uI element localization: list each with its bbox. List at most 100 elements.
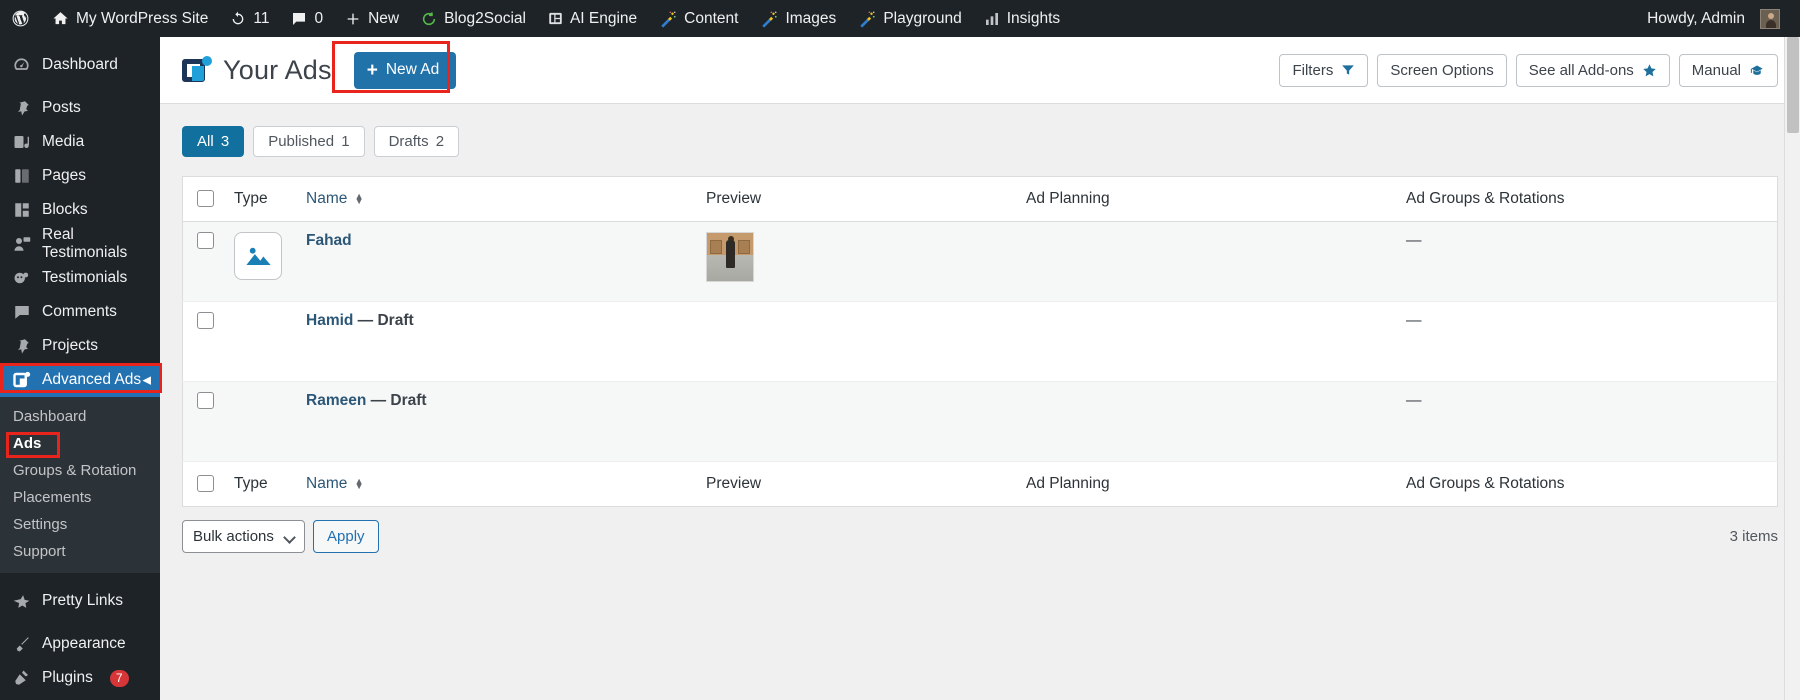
submenu-item-settings[interactable]: Settings (0, 511, 160, 538)
sidebar-item-blocks[interactable]: Blocks (0, 193, 160, 227)
filters-button[interactable]: Filters (1279, 53, 1369, 87)
status-filter-tabs: All 3 Published 1 Drafts 2 (182, 126, 1778, 157)
table-row: Hamid — Draft — (182, 302, 1778, 382)
brush-icon (11, 634, 32, 655)
adminbar-item-playground[interactable]: Playground (847, 0, 972, 37)
column-footer-ad-planning: Ad Planning (1016, 461, 1396, 507)
ad-name-suffix: — Draft (366, 392, 427, 409)
apply-button[interactable]: Apply (313, 520, 379, 553)
column-footer-name[interactable]: Name ▲ ▼ (296, 461, 696, 507)
select-all-header (182, 176, 224, 222)
row-select-cell (183, 382, 225, 462)
wp-logo-menu[interactable] (0, 0, 41, 37)
row-ad-planning-cell (1016, 222, 1396, 302)
column-header-name-label: Name (306, 190, 348, 207)
adminbar-item-images[interactable]: Images (749, 0, 847, 37)
comments-count: 0 (314, 9, 324, 27)
sidebar-item-posts[interactable]: Posts (0, 91, 160, 125)
submenu-item-ads[interactable]: Ads (0, 430, 160, 457)
plus-icon (345, 11, 361, 27)
sidebar-item-pretty-links[interactable]: Pretty Links (0, 584, 160, 618)
updates-menu[interactable]: 11 (219, 0, 280, 37)
bulk-actions-select[interactable]: Bulk actions (182, 520, 305, 553)
table-row: Fahad — (182, 221, 1778, 302)
pin-icon (11, 336, 32, 357)
row-name-cell: Hamid — Draft (296, 302, 696, 382)
select-all-checkbox[interactable] (197, 190, 214, 208)
sidebar-item-appearance[interactable]: Appearance (0, 627, 160, 661)
ad-groups-value: — (1406, 392, 1422, 409)
manual-button[interactable]: Manual (1678, 53, 1778, 87)
sidebar-item-testimonials[interactable]: Testimonials (0, 261, 160, 295)
media-icon (11, 132, 32, 153)
ads-table-body: Fahad — Hamid — Draft — Rameen — Draft — (182, 221, 1778, 462)
adminbar-label: Content (684, 9, 739, 27)
sidebar-item-media[interactable]: Media (0, 125, 160, 159)
see-all-addons-button[interactable]: See all Add-ons (1515, 53, 1670, 87)
scrollbar-thumb[interactable] (1787, 37, 1799, 133)
column-header-ad-planning: Ad Planning (1016, 176, 1396, 222)
submenu-item-placements[interactable]: Placements (0, 484, 160, 511)
screen-options-button[interactable]: Screen Options (1377, 53, 1507, 87)
adminbar-item-ai-engine[interactable]: AI Engine (537, 0, 648, 37)
select-all-checkbox-footer[interactable] (197, 475, 214, 493)
submenu-item-support[interactable]: Support (0, 538, 160, 565)
new-content-menu[interactable]: New (334, 0, 410, 37)
adminbar-item-blog2social[interactable]: Blog2Social (410, 0, 537, 37)
select-all-footer (182, 461, 224, 507)
sidebar-item-label: Media (42, 133, 85, 150)
row-ad-planning-cell (1016, 382, 1396, 462)
row-checkbox[interactable] (197, 392, 214, 410)
avatar (1760, 8, 1780, 29)
ad-name-link[interactable]: Fahad (306, 232, 352, 249)
sidebar-item-comments[interactable]: Comments (0, 295, 160, 329)
sidebar-item-label: Appearance (42, 635, 126, 652)
filters-label: Filters (1292, 61, 1334, 79)
ad-preview-thumbnail[interactable] (706, 232, 754, 282)
site-name-menu[interactable]: My WordPress Site (41, 0, 219, 37)
row-ad-groups-cell: — (1396, 222, 1778, 302)
page-scrollbar[interactable] (1784, 37, 1800, 700)
status-tab-count: 1 (341, 133, 350, 150)
new-ad-button[interactable]: + New Ad (353, 51, 457, 89)
comments-menu[interactable]: 0 (280, 0, 334, 37)
status-tab-drafts[interactable]: Drafts 2 (373, 126, 460, 157)
new-content-label: New (368, 9, 400, 27)
row-ad-planning-cell (1016, 302, 1396, 382)
adminbar-label: Blog2Social (444, 9, 526, 27)
table-footer-row: Type Name ▲ ▼ Preview Ad Planning Ad Grou… (182, 461, 1778, 507)
row-checkbox[interactable] (197, 312, 214, 330)
manual-label: Manual (1691, 61, 1741, 79)
plus-icon: + (366, 59, 378, 81)
ad-name-suffix: — Draft (353, 312, 414, 329)
status-tab-published[interactable]: Published 1 (253, 126, 365, 157)
adminbar-item-insights[interactable]: Insights (973, 0, 1071, 37)
new-ad-label: New Ad (385, 61, 440, 78)
sidebar-item-projects[interactable]: Projects (0, 329, 160, 363)
sidebar-item-real-testimonials[interactable]: Real Testimonials (0, 226, 160, 261)
column-header-type: Type (224, 176, 296, 222)
sidebar-item-advanced-ads[interactable]: Advanced Ads ◀ (0, 363, 160, 397)
column-header-name[interactable]: Name ▲ ▼ (296, 176, 696, 222)
sidebar-item-label: Advanced Ads (42, 371, 142, 388)
sidebar-item-plugins[interactable]: Plugins 7 (0, 661, 160, 695)
sidebar-item-dashboard[interactable]: Dashboard (0, 48, 160, 82)
row-checkbox[interactable] (197, 232, 214, 250)
column-footer-type: Type (224, 461, 296, 507)
sidebar-item-label: Comments (42, 303, 117, 320)
ad-groups-value: — (1406, 232, 1422, 249)
status-tab-all[interactable]: All 3 (182, 126, 245, 157)
submenu-item-dashboard[interactable]: Dashboard (0, 403, 160, 430)
ad-name-link[interactable]: Hamid (306, 312, 353, 329)
column-footer-name-label: Name (306, 475, 348, 492)
star-icon (1642, 63, 1657, 78)
status-tab-label: Published (268, 133, 335, 150)
adminbar-item-content[interactable]: Content (648, 0, 749, 37)
submenu-item-groups-rotation[interactable]: Groups & Rotation (0, 457, 160, 484)
sidebar-item-pages[interactable]: Pages (0, 159, 160, 193)
my-account-menu[interactable]: Howdy, Admin (1636, 0, 1800, 37)
ad-name-link[interactable]: Rameen (306, 392, 366, 409)
advanced-ads-logo-icon (182, 55, 212, 85)
wordpress-logo-icon (11, 9, 30, 28)
